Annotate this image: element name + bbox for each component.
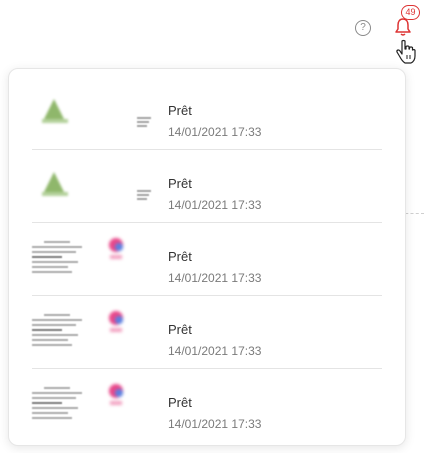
hand-cursor-icon [396, 39, 416, 64]
pink-logo-image [109, 238, 123, 259]
receipt-image [32, 314, 84, 348]
notification-count-badge: 49 [401, 5, 420, 20]
notification-status: Prêt [168, 103, 192, 118]
notification-item[interactable]: Prêt 14/01/2021 17:33 [32, 296, 382, 368]
document-thumbnail [32, 237, 82, 281]
document-snippet [137, 190, 153, 202]
notification-item[interactable]: Prêt 14/01/2021 17:33 [32, 223, 382, 295]
notification-status: Prêt [168, 249, 192, 264]
green-logo-image [42, 99, 68, 123]
help-icon[interactable]: ? [355, 20, 371, 36]
notification-timestamp: 14/01/2021 17:33 [168, 417, 262, 431]
bell-icon[interactable] [394, 17, 412, 37]
document-snippet [137, 117, 153, 129]
notification-status: Prêt [168, 395, 192, 410]
notification-timestamp: 14/01/2021 17:33 [168, 271, 262, 285]
green-logo-image [42, 172, 68, 196]
notification-timestamp: 14/01/2021 17:33 [168, 198, 262, 212]
pink-logo-image [109, 384, 123, 405]
notification-item[interactable]: Prêt 14/01/2021 17:33 [32, 150, 382, 222]
receipt-image [32, 387, 84, 421]
top-bar: ? 49 [0, 0, 424, 64]
notification-item[interactable]: Prêt 14/01/2021 17:33 [32, 77, 382, 149]
notification-timestamp: 14/01/2021 17:33 [168, 125, 262, 139]
document-thumbnail [32, 310, 82, 354]
document-thumbnail [32, 91, 80, 135]
document-thumbnail [32, 164, 80, 208]
notifications-dropdown: Prêt 14/01/2021 17:33 Prêt 14/01/2021 17… [8, 68, 406, 446]
receipt-image [32, 241, 84, 275]
notification-timestamp: 14/01/2021 17:33 [168, 344, 262, 358]
pink-logo-image [109, 311, 123, 332]
notification-status: Prêt [168, 322, 192, 337]
notification-item[interactable]: Prêt 14/01/2021 17:33 [32, 369, 382, 441]
notification-status: Prêt [168, 176, 192, 191]
document-thumbnail [32, 383, 82, 427]
